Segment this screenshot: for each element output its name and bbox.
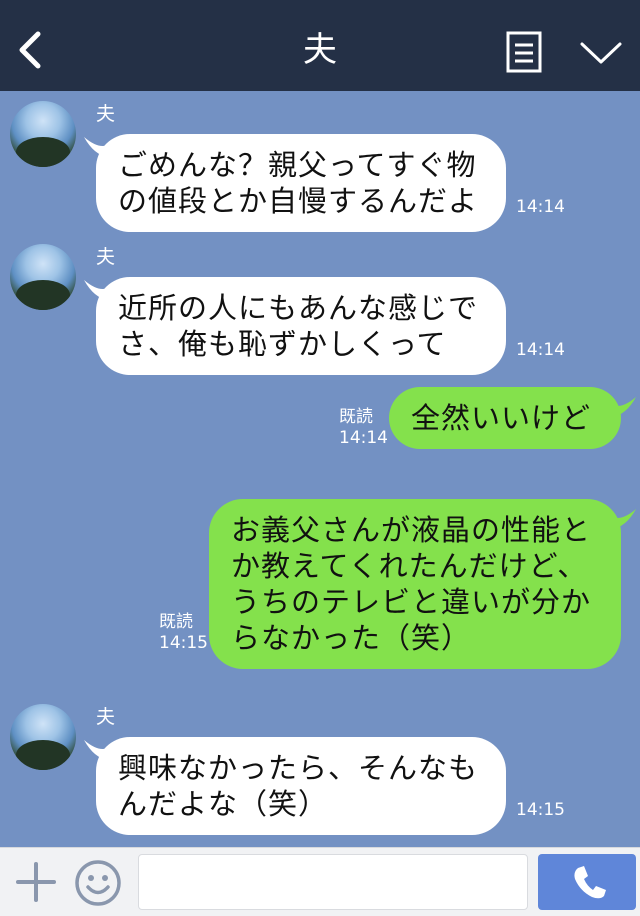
message-line: か教えてくれたんだけど、 — [231, 549, 588, 583]
note-icon — [506, 31, 542, 73]
chat-header: 夫 — [0, 0, 640, 91]
message-bubble[interactable]: 近所の人にもあんな感じで さ、俺も恥ずかしくって — [96, 277, 506, 375]
plus-icon — [16, 862, 56, 902]
message-bubble[interactable]: 興味なかったら、そんなも んだよな（笑） — [96, 737, 506, 835]
message-line: んだよな（笑） — [118, 787, 329, 821]
chat-title: 夫 — [303, 30, 337, 70]
chevron-down-icon — [580, 42, 622, 64]
message-input[interactable] — [138, 854, 528, 910]
avatar[interactable] — [10, 704, 76, 770]
message-time: 14:15 — [159, 633, 208, 653]
bubble-tail — [612, 397, 636, 417]
phone-icon — [574, 866, 606, 899]
sender-name: 夫 — [96, 246, 116, 268]
input-bar — [0, 847, 640, 916]
message-line: お義父さんが液晶の性能と — [231, 513, 592, 547]
message-time: 14:14 — [516, 197, 565, 217]
message-line: さ、俺も恥ずかしくって — [118, 327, 447, 361]
notes-button[interactable] — [505, 30, 543, 74]
avatar[interactable] — [10, 244, 76, 310]
message-line: うちのテレビと違いが分か — [231, 585, 592, 619]
message-time: 14:15 — [516, 800, 565, 820]
read-receipt: 既読 — [159, 612, 193, 632]
message-time: 14:14 — [516, 340, 565, 360]
message-bubble[interactable]: お義父さんが液晶の性能と か教えてくれたんだけど、 うちのテレビと違いが分か ら… — [209, 499, 621, 669]
call-button[interactable] — [538, 854, 636, 910]
message-list[interactable]: 夫 ごめんな？親父ってすぐ物 の値段とか自慢するんだよ 14:14 夫 近所の人… — [0, 91, 640, 847]
message-line: 近所の人にもあんな感じで — [118, 291, 479, 325]
sender-name: 夫 — [96, 706, 116, 728]
message-bubble[interactable]: ごめんな？親父ってすぐ物 の値段とか自慢するんだよ — [96, 134, 506, 232]
smiley-icon — [75, 860, 121, 906]
message-line: の値段とか自慢するんだよ — [118, 184, 479, 218]
read-receipt: 既読 — [339, 407, 373, 427]
message-time: 14:14 — [339, 428, 388, 448]
message-bubble[interactable]: 全然いいけど — [389, 387, 621, 449]
message-line: ごめんな？親父ってすぐ物 — [118, 148, 477, 182]
sticker-button[interactable] — [73, 858, 123, 908]
avatar[interactable] — [10, 101, 76, 167]
add-attachment-button[interactable] — [14, 860, 58, 904]
message-line: 興味なかったら、そんなも — [118, 751, 479, 785]
bubble-tail — [612, 509, 636, 529]
menu-toggle-button[interactable] — [578, 36, 624, 68]
sender-name: 夫 — [96, 103, 116, 125]
message-line: らなかった（笑） — [231, 621, 472, 655]
message-line: 全然いいけど — [411, 401, 592, 435]
